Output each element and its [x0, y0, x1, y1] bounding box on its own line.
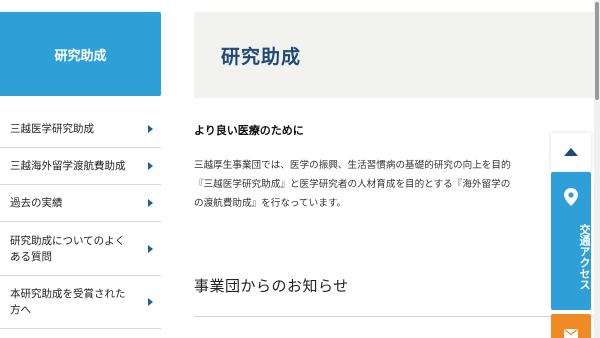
sidebar-item-for-recipients[interactable]: 本研究助成を受賞された方へ [0, 276, 161, 329]
sidebar-item-faq[interactable]: 研究助成についてのよくある質問 [0, 222, 161, 276]
sidebar-item-label: 本研究助成を受賞された方へ [10, 288, 126, 316]
sidebar-item-label: 三越医学研究助成 [10, 122, 94, 135]
chevron-right-icon [148, 298, 153, 306]
scrollbar[interactable] [594, 0, 600, 338]
chevron-right-icon [148, 244, 153, 253]
chevron-right-icon [148, 199, 153, 207]
mail-icon [564, 329, 578, 338]
sidebar-title-label: 研究助成 [54, 48, 107, 64]
page-header: 研究助成 [194, 12, 600, 98]
contact-button[interactable] [551, 314, 591, 338]
intro-line: 三越厚生事業団では、医学の振興、生活習慣病の基礎的研究の向上を目的 [194, 160, 511, 171]
sidebar-item-past-results[interactable]: 過去の実績 [0, 185, 161, 222]
page: 研究助成 三越医学研究助成 三越海外留学渡航費助成 過去の実績 研究助成について… [0, 0, 600, 338]
sidebar-item-label: 研究助成についてのよくある質問 [10, 234, 126, 263]
access-label: 交通アクセス [578, 224, 591, 290]
sidebar-item-label: 三越海外留学渡航費助成 [10, 160, 126, 172]
intro-line: 『三越医学研究助成』と医学研究者の人材育成を目的とする『海外留学の [194, 179, 511, 190]
chevron-right-icon [148, 162, 153, 170]
access-button[interactable]: 交通アクセス [551, 172, 591, 310]
sidebar-title: 研究助成 [0, 12, 161, 96]
map-pin-icon [564, 188, 578, 206]
chevron-right-icon [148, 124, 153, 133]
sidebar-nav: 三越医学研究助成 三越海外留学渡航費助成 過去の実績 研究助成についてのよくある… [0, 110, 161, 329]
sidebar-item-mitsukoshi-research-grant[interactable]: 三越医学研究助成 [0, 110, 161, 148]
sidebar-item-label: 過去の実績 [10, 197, 63, 209]
page-top-button[interactable] [551, 133, 591, 171]
news-heading: 事業団からのお知らせ [194, 277, 349, 295]
scrollbar-thumb[interactable] [595, 2, 599, 100]
intro-paragraph: 三越厚生事業団では、医学の振興、生活習慣病の基礎的研究の向上を目的 『三越医学研… [194, 156, 564, 213]
intro-line: の渡航費助成』を行なっています。 [194, 198, 347, 209]
page-title: 研究助成 [221, 46, 302, 68]
arrow-up-icon [564, 148, 578, 156]
divider [194, 316, 600, 317]
sidebar-item-overseas-travel-grant[interactable]: 三越海外留学渡航費助成 [0, 148, 161, 185]
section-subheading: より良い医療のために [194, 124, 304, 137]
